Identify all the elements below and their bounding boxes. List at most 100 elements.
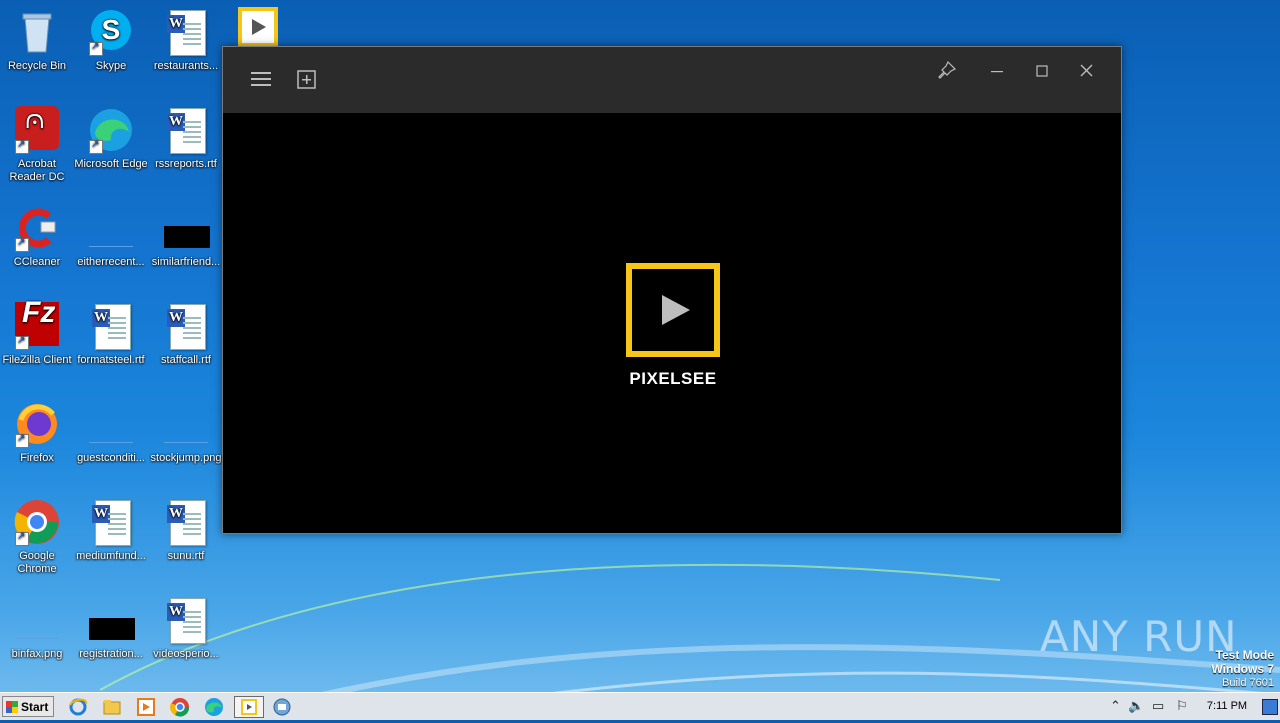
pixelsee-window: PIXELSEE	[222, 46, 1122, 534]
desktop-icon-similarfriend[interactable]: similarfriend...	[149, 204, 223, 269]
show-desktop-icon[interactable]	[1262, 699, 1278, 715]
desktop-icon-label: eitherrecent...	[77, 256, 145, 268]
desktop-icon-label: restaurants...	[153, 60, 219, 72]
hamburger-menu-icon[interactable]	[247, 69, 275, 93]
desktop-icon-recycle-bin[interactable]: Recycle Bin	[0, 8, 74, 73]
desktop-icon-label: rssreports.rtf	[155, 158, 217, 170]
network-icon[interactable]: ▭	[1152, 698, 1164, 714]
media-player-icon	[137, 698, 155, 716]
word-document-icon: W	[162, 596, 210, 644]
desktop-icon-label: Recycle Bin	[7, 60, 67, 72]
taskbar-ie[interactable]	[66, 696, 94, 718]
desktop-icon-label: Microsoft Edge	[74, 158, 148, 170]
maximize-icon[interactable]	[1028, 59, 1056, 83]
test-mode-line3: Build 7601	[1222, 677, 1274, 689]
acrobat-icon: ⩀	[13, 105, 61, 154]
skype-icon: S	[87, 8, 135, 56]
taskbar-installer[interactable]	[270, 696, 298, 718]
word-document-icon: W	[87, 498, 135, 546]
desktop-icon-label: staffcall.rtf	[161, 354, 211, 366]
video-area[interactable]: PIXELSEE	[223, 113, 1121, 533]
add-media-icon[interactable]	[293, 69, 321, 93]
image-file-icon	[13, 596, 61, 644]
desktop-icon-registration[interactable]: registration...	[74, 596, 148, 661]
desktop-icon-edge[interactable]: Microsoft Edge	[74, 106, 148, 171]
desktop-icon-filezilla[interactable]: Fz FileZilla Client	[0, 298, 74, 367]
desktop-icon-videosperio[interactable]: W videosperio...	[149, 596, 223, 661]
desktop-icon-formatsteel[interactable]: W formatsteel.rtf	[74, 302, 148, 367]
desktop-icon-skype[interactable]: S Skype	[74, 8, 148, 73]
word-document-icon: W	[162, 498, 210, 546]
pixelsee-logo-icon	[626, 263, 720, 357]
action-center-flag-icon[interactable]: ⚐	[1176, 698, 1188, 714]
desktop-icon-label: similarfriend...	[151, 256, 221, 268]
pixelsee-shortcut-icon	[238, 7, 278, 47]
close-icon[interactable]	[1073, 59, 1101, 83]
filezilla-icon: Fz	[13, 298, 61, 350]
ccleaner-icon	[13, 204, 61, 252]
start-button[interactable]: Start	[2, 696, 54, 717]
taskbar-chrome[interactable]	[168, 696, 196, 718]
test-mode-line2: Windows 7	[1211, 662, 1274, 676]
desktop-icon-label: Skype	[95, 60, 127, 72]
desktop-icon-ccleaner[interactable]: CCleaner	[0, 204, 74, 269]
desktop-icon-label: guestconditi...	[77, 452, 145, 464]
desktop-icon-label: stockjump.png	[150, 452, 222, 464]
desktop-icon-rssreports[interactable]: W rssreports.rtf	[149, 106, 223, 171]
ie-icon	[69, 698, 88, 716]
volume-icon[interactable]: 🔈	[1128, 698, 1144, 714]
desktop-icon-guestconditi[interactable]: guestconditi...	[74, 400, 148, 465]
desktop-icon-acrobat[interactable]: ⩀ Acrobat Reader DC	[0, 105, 74, 184]
desktop-icon-eitherrecent[interactable]: eitherrecent...	[74, 204, 148, 269]
desktop-icon-pixelsee[interactable]	[238, 7, 286, 47]
desktop-icon-label: registration...	[79, 648, 143, 660]
taskbar-edge[interactable]	[202, 696, 230, 718]
desktop-icon-label: mediumfund...	[76, 550, 146, 562]
anyrun-watermark: ANY RUN	[1040, 612, 1238, 661]
desktop-icon-label: FileZilla Client	[2, 354, 72, 366]
desktop-icon-label: CCleaner	[13, 256, 61, 268]
installer-icon	[273, 698, 291, 716]
folder-icon	[103, 700, 121, 715]
taskbar-pixelsee[interactable]	[234, 696, 264, 718]
desktop-icon-label: Acrobat Reader DC	[9, 158, 65, 183]
desktop-icon-label: binfax.png	[11, 648, 63, 660]
tray-expand-icon[interactable]: ⌃	[1110, 698, 1121, 714]
pixelsee-icon	[241, 699, 257, 715]
desktop-icon-sunu[interactable]: W sunu.rtf	[149, 498, 223, 563]
word-document-icon: W	[87, 302, 135, 350]
desktop-icon-staffcall[interactable]: W staffcall.rtf	[149, 302, 223, 367]
desktop-icon-restaurants[interactable]: W restaurants...	[149, 8, 223, 73]
desktop-icon-stockjump[interactable]: stockjump.png	[149, 400, 223, 465]
titlebar	[223, 47, 1121, 113]
desktop-icon-mediumfund[interactable]: W mediumfund...	[74, 498, 148, 563]
clock[interactable]: 7:11 PM	[1196, 700, 1258, 712]
desktop-icon-chrome[interactable]: Google Chrome	[0, 498, 74, 576]
minimize-icon[interactable]	[983, 59, 1011, 83]
taskbar-media-player[interactable]	[134, 696, 162, 718]
desktop-icon-firefox[interactable]: Firefox	[0, 400, 74, 465]
edge-icon	[205, 698, 223, 716]
image-file-icon	[87, 204, 135, 252]
windows-flag-icon	[6, 701, 18, 713]
desktop-icon-label: sunu.rtf	[167, 550, 205, 562]
pin-icon[interactable]	[933, 60, 961, 85]
chrome-icon	[170, 698, 190, 717]
taskbar-explorer[interactable]	[100, 696, 128, 718]
image-file-icon	[162, 400, 210, 448]
desktop-icon-label: Google Chrome	[17, 550, 57, 575]
recycle-bin-icon	[13, 8, 61, 56]
word-document-icon: W	[162, 106, 210, 154]
test-mode-notice: Test Mode Windows 7 Build 7601	[1211, 648, 1274, 690]
desktop-icon-label: videosperio...	[153, 648, 219, 660]
word-document-icon: W	[162, 8, 210, 56]
test-mode-line1: Test Mode	[1215, 648, 1274, 662]
start-label: Start	[21, 700, 49, 714]
firefox-icon	[13, 400, 61, 448]
word-document-icon: W	[162, 302, 210, 350]
image-file-icon	[87, 400, 135, 448]
taskbar: Start ⌃ 🔈 ▭ ⚐ 7:11 PM	[0, 692, 1280, 720]
desktop-icon-binfax[interactable]: binfax.png	[0, 596, 74, 661]
desktop-icon-label: Firefox	[20, 452, 54, 464]
image-file-icon	[87, 596, 135, 644]
